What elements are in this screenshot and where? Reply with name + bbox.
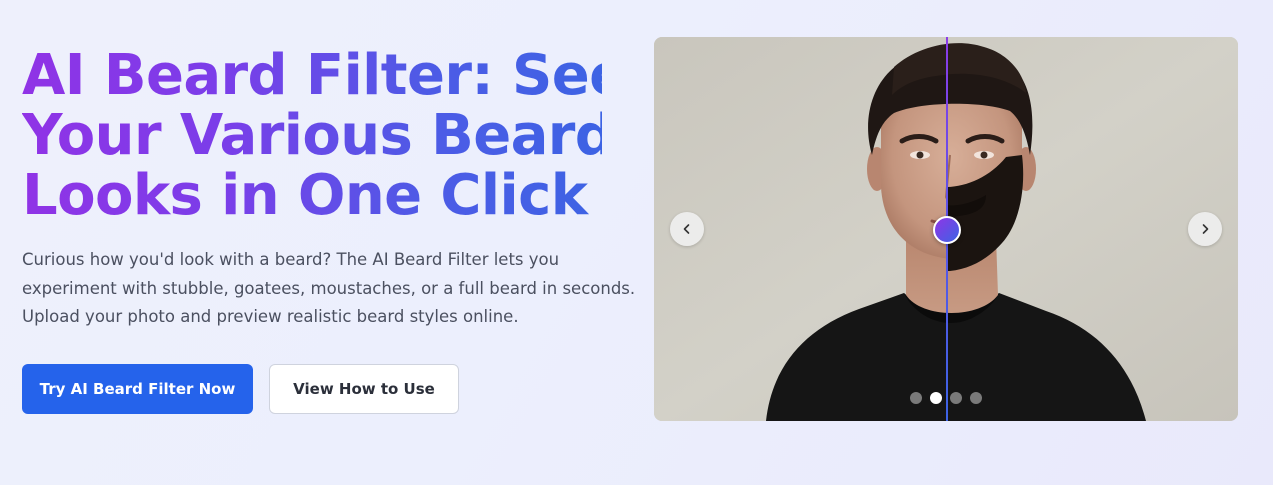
carousel-next-button[interactable] [1188,212,1222,246]
hero-description-line: Upload your photo and preview realistic … [22,307,519,326]
before-after-compare-slider[interactable] [654,37,1238,421]
hero-description: Curious how you'd look with a beard? The… [22,246,636,332]
hero-text-block: AI Beard Filter: See Your Various Beard … [22,46,636,332]
compare-drag-handle[interactable] [933,216,961,244]
carousel-dot[interactable] [910,392,922,404]
view-how-to-use-button[interactable]: View How to Use [269,364,459,414]
carousel-dot-active[interactable] [930,392,942,404]
carousel-dot[interactable] [950,392,962,404]
carousel-prev-button[interactable] [670,212,704,246]
hero-title-line: Looks in One Click [22,163,588,228]
hero-title-line: Your Various Beard [22,103,615,168]
hero-title: AI Beard Filter: See Your Various Beard … [22,46,602,226]
hero-title-line: AI Beard Filter: See [22,43,627,108]
try-ai-beard-filter-button[interactable]: Try AI Beard Filter Now [22,364,253,414]
hero-description-line: experiment with stubble, goatees, mousta… [22,278,636,298]
hero-description-line: Curious how you'd look with a beard? The… [22,250,560,269]
chevron-right-icon [1202,224,1209,234]
chevron-left-icon [683,224,690,234]
carousel-dots [910,392,982,404]
cta-button-row: Try AI Beard Filter Now View How to Use [22,364,459,414]
carousel-dot[interactable] [970,392,982,404]
